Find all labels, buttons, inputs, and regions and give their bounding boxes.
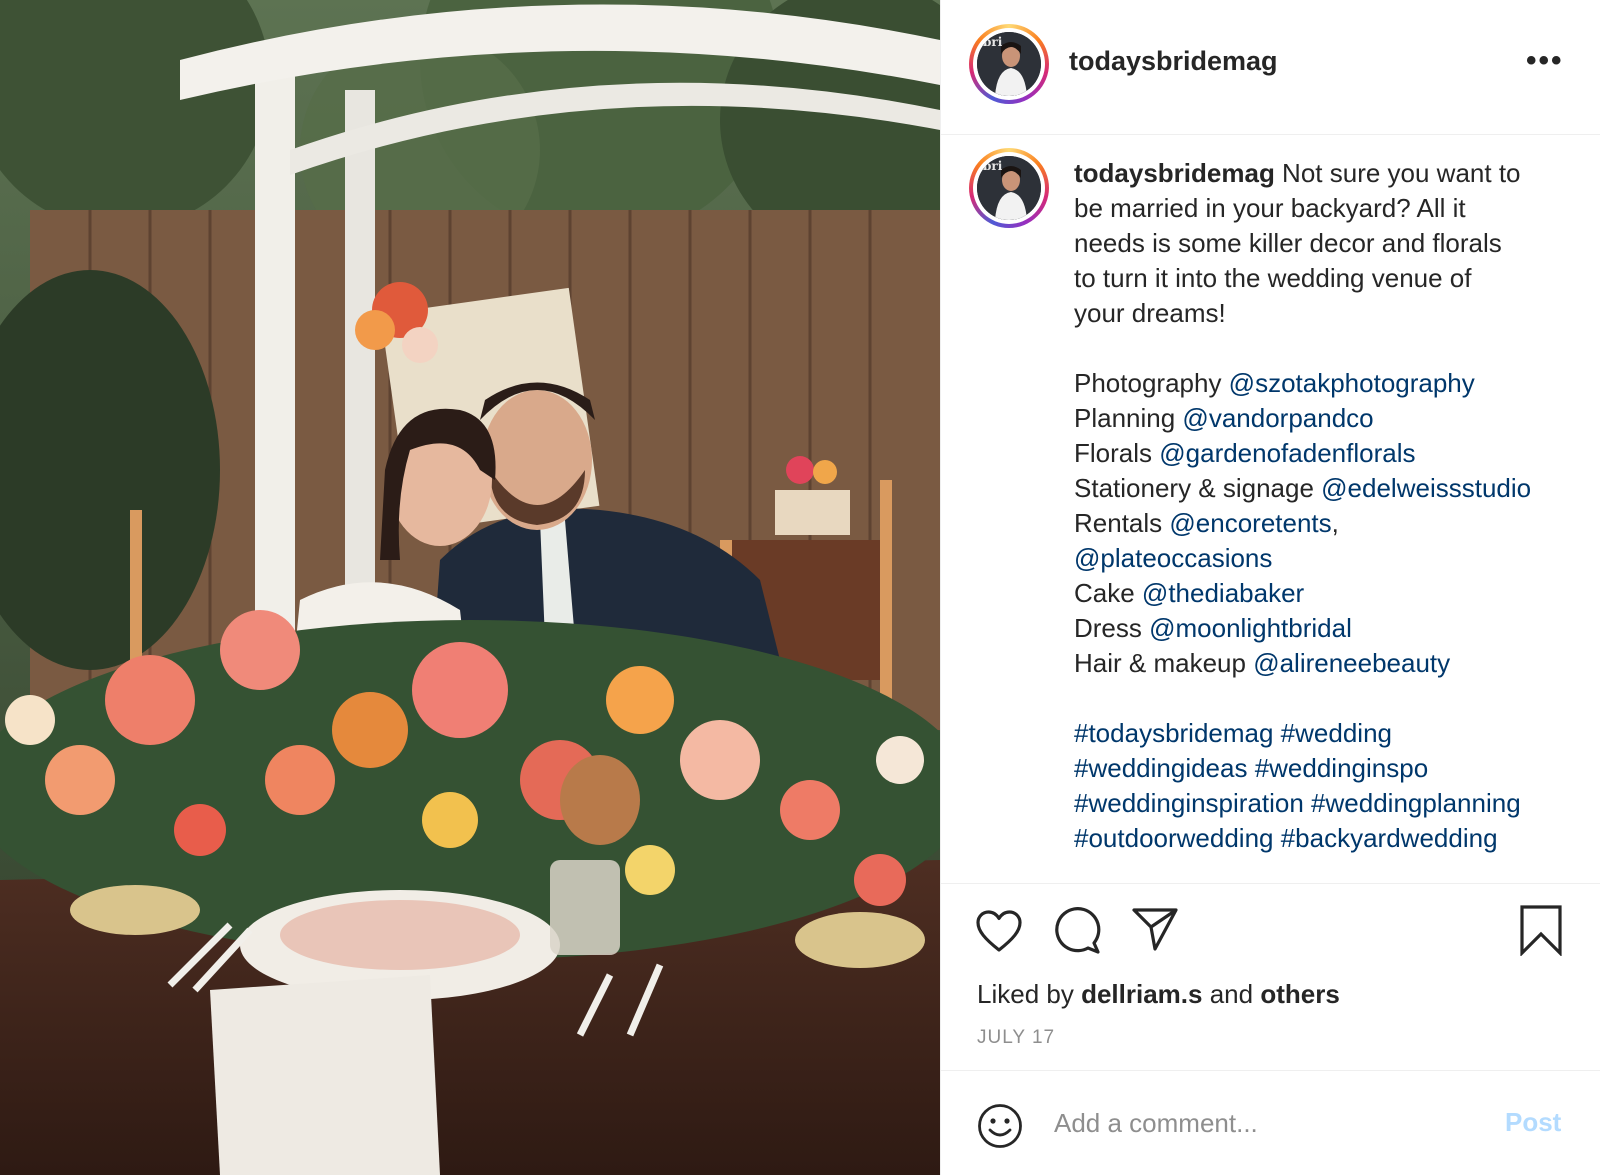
credit-line: Rentals @encoretents, [1074,506,1584,541]
hashtag-line[interactable]: #weddinginspiration #weddingplanning [1074,786,1584,821]
caption-line: your dreams! [1074,298,1226,328]
liked-others-link[interactable]: others [1260,979,1339,1009]
post-photo[interactable] [0,0,940,1175]
header-username[interactable]: todaysbridemag [1069,46,1278,77]
bookmark-icon[interactable] [1519,904,1563,956]
mention-link[interactable]: @encoretents [1169,508,1331,538]
credit-label: Florals [1074,438,1160,468]
caption-line: to turn it into the wedding venue of [1074,263,1472,293]
mention-link[interactable]: @alireneebeauty [1253,648,1450,678]
avatar-image: bri [977,156,1041,220]
post-actions: Liked by dellriam.s and others JULY 17 [941,883,1600,1073]
avatar-image: bri [977,32,1041,96]
share-icon[interactable] [1131,906,1179,952]
credit-label: Dress [1074,613,1150,643]
mention-link[interactable]: @szotakphotography [1229,368,1475,398]
heart-icon[interactable] [975,909,1023,953]
caption-intro: Not sure you want to [1274,158,1521,188]
caption-line: needs is some killer decor and florals [1074,228,1502,258]
liked-by-user-link[interactable]: dellriam.s [1081,979,1202,1009]
post-comment-button[interactable]: Post [1505,1107,1561,1138]
mention-link[interactable]: @edelweissstudio [1321,473,1531,503]
hashtag-line[interactable]: #weddingideas #weddinginspo [1074,751,1584,786]
profile-avatar[interactable]: bri [969,24,1049,104]
mention-link[interactable]: @moonlightbridal [1149,613,1352,643]
caption-username[interactable]: todaysbridemag [1074,158,1275,188]
post-header: bri todaysbridemag ••• [941,0,1600,135]
comment-input[interactable] [1054,1101,1484,1145]
caption-line: todaysbridemag Not sure you want to [1074,156,1584,191]
caption-text: todaysbridemag Not sure you want to be m… [1074,156,1584,856]
credit-line: Florals @gardenofadenflorals [1074,436,1584,471]
credit-line: Photography @szotakphotography [1074,366,1584,401]
credit-label: Rentals [1074,508,1170,538]
mention-link[interactable]: @vandorpandco [1182,403,1373,433]
mention-link[interactable]: @thediabaker [1142,578,1304,608]
credit-suffix: , [1331,508,1339,538]
mention-link[interactable]: @gardenofadenflorals [1159,438,1415,468]
credit-line: Hair & makeup @alireneebeauty [1074,646,1584,681]
credit-label: Planning [1074,403,1183,433]
more-options-icon[interactable]: ••• [1526,44,1564,78]
credit-label: Hair & makeup [1074,648,1254,678]
caption-line: be married in your backyard? All it [1074,193,1466,223]
credit-label: Stationery & signage [1074,473,1322,503]
credit-line: Planning @vandorpandco [1074,401,1584,436]
photo-illustration [0,0,940,1175]
caption-avatar[interactable]: bri [969,148,1049,228]
credit-line: Stationery & signage @edelweissstudio [1074,471,1584,506]
instagram-post: bri todaysbridemag ••• bri todaysbridema… [0,0,1600,1175]
credit-line: Dress @moonlightbridal [1074,611,1584,646]
likes-middle: and [1202,979,1261,1009]
hashtag-line[interactable]: #todaysbridemag #wedding [1074,716,1584,751]
mention-link[interactable]: @plateoccasions [1074,543,1272,573]
hashtag-line[interactable]: #outdoorwedding #backyardwedding [1074,821,1584,856]
comment-bar: Post [941,1070,1600,1175]
post-date[interactable]: JULY 17 [977,1027,1055,1049]
comment-icon[interactable] [1053,907,1101,955]
likes-text: Liked by dellriam.s and others [977,979,1340,1010]
post-details-panel: bri todaysbridemag ••• bri todaysbridema… [940,0,1600,1175]
caption-section: bri todaysbridemag Not sure you want to … [941,136,1600,880]
credit-label: Cake [1074,578,1142,608]
credit-line: @plateoccasions [1074,541,1584,576]
credit-label: Photography [1074,368,1229,398]
smiley-icon[interactable] [977,1103,1023,1154]
credit-line: Cake @thediabaker [1074,576,1584,611]
likes-prefix: Liked by [977,979,1082,1009]
